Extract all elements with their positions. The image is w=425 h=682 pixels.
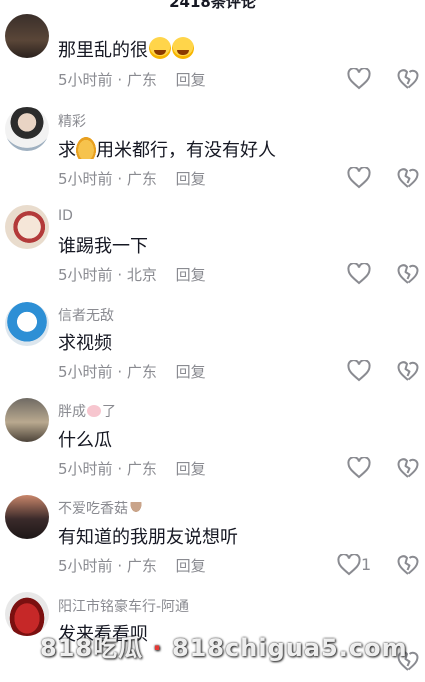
comment-meta: 5小时前 · 北京 回复 <box>58 266 206 284</box>
watermark-text-after: 818chigua5.com <box>171 634 408 662</box>
heart-icon[interactable] <box>337 554 361 576</box>
broken-heart-icon[interactable] <box>397 167 419 189</box>
comment-text-after: 用米都行，有没有好人 <box>96 140 276 161</box>
comment-location: 广东 <box>126 460 157 478</box>
comment-location: 北京 <box>126 266 157 284</box>
comment-time: 5小时前 <box>58 170 113 188</box>
broken-heart-icon[interactable] <box>397 554 419 576</box>
comments-header-title: 2418条评论 <box>169 0 256 11</box>
comment-username[interactable]: 信者无敌 <box>58 305 114 325</box>
comment-time: 5小时前 <box>58 460 113 478</box>
laugh-cry-emoji-icon <box>172 37 194 59</box>
comment-username-text: 不爱吃香菇 <box>58 501 128 517</box>
comment-text: 那里乱的很 <box>58 36 194 62</box>
comment-text: 谁踢我一下 <box>58 236 148 257</box>
praying-hands-emoji-icon <box>76 137 96 159</box>
reply-button[interactable]: 回复 <box>176 557 206 575</box>
comment-location: 广东 <box>126 170 157 188</box>
comment-username[interactable]: 不爱吃香菇 <box>58 498 143 518</box>
comment-text-before: 求 <box>58 140 76 161</box>
heart-icon[interactable] <box>347 263 371 285</box>
comment-location: 广东 <box>126 71 157 89</box>
watermark-dot: · <box>152 634 163 662</box>
reply-button[interactable]: 回复 <box>176 71 206 89</box>
comment-username[interactable]: 胖成了 <box>58 401 116 421</box>
avatar[interactable] <box>5 302 49 346</box>
comment-time: 5小时前 <box>58 557 113 575</box>
broken-heart-icon[interactable] <box>397 360 419 382</box>
comment-meta: 5小时前 · 广东 回复 <box>58 460 206 478</box>
reply-button[interactable]: 回复 <box>176 460 206 478</box>
comment-meta: 5小时前 · 广东 回复 <box>58 170 206 188</box>
heart-icon[interactable] <box>347 457 371 479</box>
avatar[interactable] <box>5 495 49 539</box>
mushroom-emoji-icon <box>129 502 143 514</box>
comment-location: 广东 <box>126 363 157 381</box>
comment-username[interactable]: ID <box>58 208 73 224</box>
comment-text: 求视频 <box>58 333 112 354</box>
heart-icon[interactable] <box>347 360 371 382</box>
like-count: 1 <box>361 555 372 574</box>
comment-text: 什么瓜 <box>58 430 112 451</box>
comment-text: 有知道的我朋友说想听 <box>58 527 238 548</box>
reply-button[interactable]: 回复 <box>176 266 206 284</box>
avatar[interactable] <box>5 398 49 442</box>
laugh-cry-emoji-icon <box>149 37 171 59</box>
heart-icon[interactable] <box>347 167 371 189</box>
comment-username[interactable]: 阳江市铭豪车行-阿通 <box>58 596 189 616</box>
avatar[interactable] <box>5 205 49 249</box>
reply-button[interactable]: 回复 <box>176 170 206 188</box>
avatar[interactable] <box>5 107 49 151</box>
watermark-text-before: 818吃瓜 <box>40 634 144 662</box>
reply-button[interactable]: 回复 <box>176 363 206 381</box>
comment-time: 5小时前 <box>58 266 113 284</box>
comment-time: 5小时前 <box>58 71 113 89</box>
pig-emoji-icon <box>87 405 101 417</box>
comment-meta: 5小时前 · 广东 回复 <box>58 557 206 575</box>
comment-location: 广东 <box>126 557 157 575</box>
comment-username-after: 了 <box>102 404 116 420</box>
comment-meta: 5小时前 · 广东 回复 <box>58 71 206 89</box>
comment-username[interactable]: 精彩 <box>58 111 86 131</box>
avatar[interactable] <box>5 14 49 58</box>
comment-username-before: 胖成 <box>58 404 86 420</box>
broken-heart-icon[interactable] <box>397 68 419 90</box>
comment-time: 5小时前 <box>58 363 113 381</box>
comment-text-content: 那里乱的很 <box>58 40 148 61</box>
broken-heart-icon[interactable] <box>397 263 419 285</box>
heart-icon[interactable] <box>347 68 371 90</box>
watermark: 818吃瓜 · 818chigua5.com <box>40 628 408 663</box>
comment-text: 求用米都行，有没有好人 <box>58 136 276 162</box>
broken-heart-icon[interactable] <box>397 457 419 479</box>
comment-meta: 5小时前 · 广东 回复 <box>58 363 206 381</box>
